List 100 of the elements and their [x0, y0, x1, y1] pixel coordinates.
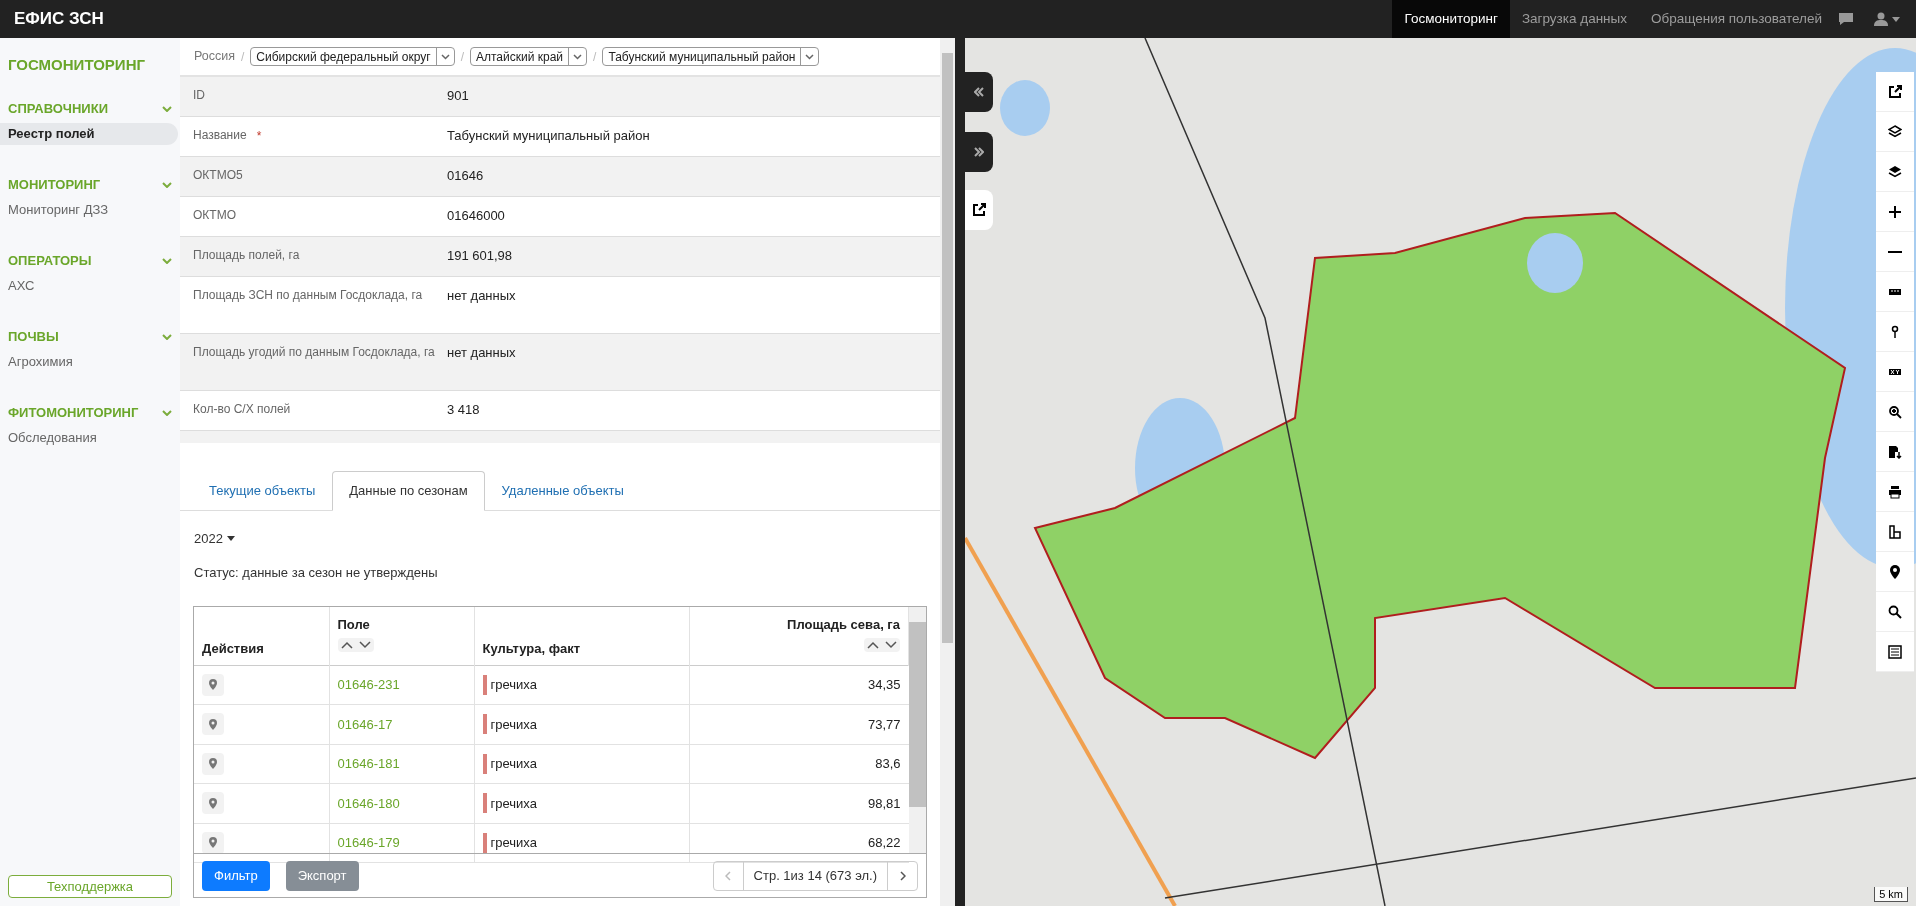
field-link[interactable]: 01646-181: [337, 756, 400, 771]
locate-on-map-button[interactable]: [202, 713, 224, 736]
field-label: Площадь угодий по данным Госдоклада, га: [193, 344, 435, 361]
tab[interactable]: Текущие объекты: [192, 471, 333, 511]
sidebar-item[interactable]: Обследования: [0, 426, 178, 449]
filter-button[interactable]: Фильтр: [202, 860, 270, 891]
save-download-icon: [1888, 444, 1902, 459]
map-tool-button[interactable]: [1876, 112, 1914, 152]
sidebar-item[interactable]: Реестр полей: [0, 122, 178, 145]
locate-on-map-button[interactable]: [202, 752, 224, 775]
season-dropdown[interactable]: 2022: [194, 529, 235, 549]
map-tool-button[interactable]: [1876, 432, 1914, 472]
field-value: нет данных: [447, 344, 516, 362]
map-tool-button[interactable]: [1876, 352, 1914, 392]
zoom-out-icon: [1888, 250, 1902, 253]
column-header[interactable]: Культура, факт: [482, 639, 681, 659]
external-link-icon: [1888, 84, 1902, 99]
field-link[interactable]: 01646-179: [337, 835, 400, 850]
expand-right-button[interactable]: [965, 132, 993, 172]
table-cell-text: гречиха: [490, 834, 537, 852]
sort-controls[interactable]: [337, 637, 374, 652]
tab[interactable]: Удаленные объекты: [484, 471, 641, 511]
chevron-right-icon: [899, 870, 906, 881]
page-indicator: Стр. 1из 14 (673 эл.): [752, 866, 878, 885]
chevron-down-icon: [162, 105, 172, 112]
printer-icon: [1888, 484, 1902, 499]
table-cell: 68,22: [867, 835, 901, 850]
caret-icon: [226, 536, 235, 542]
table-cell-text: гречиха: [490, 676, 537, 694]
breadcrumb-link[interactable]: Россия: [194, 47, 235, 66]
map-tool-button[interactable]: [1876, 632, 1914, 672]
map-tool-button[interactable]: [1876, 72, 1914, 112]
locate-on-map-button[interactable]: [202, 673, 224, 696]
field-value: Табунский муниципальный район: [447, 127, 650, 145]
field-value: 191 601,98: [447, 247, 513, 265]
chevron-down-icon: [162, 409, 172, 416]
chevron-down-icon: [805, 53, 815, 60]
field-link[interactable]: 01646-180: [337, 795, 400, 811]
sidebar-item[interactable]: Мониторинг ДЗЗ: [0, 198, 178, 221]
column-header[interactable]: Площадь сева, га: [697, 615, 900, 635]
table-cell-text: гречиха: [490, 715, 537, 734]
required-mark: *: [256, 128, 262, 145]
field-label: Площадь полей, га: [193, 247, 300, 264]
building-icon: [1888, 524, 1902, 539]
double-chevron-right-icon: [974, 147, 984, 157]
support-button[interactable]: Техподдержка: [8, 875, 172, 898]
map-tool-button[interactable]: [1876, 312, 1914, 352]
column-header[interactable]: Действия: [202, 639, 321, 659]
open-external-button[interactable]: [965, 190, 993, 230]
user-icon: [1874, 12, 1888, 26]
region-select[interactable]: Сибирский федеральный округ: [250, 47, 455, 66]
map-scale: 5 km: [1874, 887, 1908, 902]
field-link[interactable]: 01646-231: [337, 677, 400, 692]
map-tool-button[interactable]: [1876, 552, 1914, 592]
export-button[interactable]: Экспорт: [285, 860, 359, 891]
map-tool-button[interactable]: [1876, 192, 1914, 232]
field-label: ОКТМО: [193, 207, 236, 224]
nav-tab[interactable]: Госмониторинг: [1392, 0, 1510, 38]
nav-tab[interactable]: Обращения пользователей: [1639, 0, 1834, 38]
sort-ascending-icon: [867, 640, 879, 649]
map-pin-icon: [209, 679, 217, 691]
field-label: ID: [193, 87, 205, 104]
map-tool-button[interactable]: [1876, 512, 1914, 552]
map-tool-button[interactable]: [1876, 152, 1914, 192]
nav-tab[interactable]: Загрузка данных: [1509, 0, 1639, 38]
chat-icon: [1838, 12, 1854, 26]
locate-on-map-button[interactable]: [202, 792, 224, 815]
map-tool-button[interactable]: [1876, 592, 1914, 632]
field-link[interactable]: 01646-17: [337, 716, 393, 732]
table-cell: 73,77: [867, 716, 901, 732]
locate-on-map-button[interactable]: [202, 831, 224, 854]
breadcrumb-separator: /: [241, 48, 245, 66]
zoom-in-icon: [1888, 204, 1902, 219]
map-tool-button[interactable]: [1876, 392, 1914, 432]
layers-icon: [1888, 164, 1902, 179]
double-chevron-left-icon: [974, 87, 984, 97]
table-scrollbar[interactable]: [909, 607, 926, 853]
user-menu-button[interactable]: [1874, 12, 1900, 26]
page-scrollbar[interactable]: [940, 38, 955, 906]
breadcrumb-separator: /: [593, 48, 597, 66]
chevron-down-icon: [573, 53, 583, 60]
tab[interactable]: Данные по сезонам: [332, 471, 485, 511]
region-select[interactable]: Алтайский край: [470, 47, 588, 66]
map-tool-button[interactable]: [1876, 272, 1914, 312]
season-status: Статус: данные за сезон не утверждены: [194, 563, 439, 582]
chevron-down-icon: [162, 333, 172, 340]
column-header[interactable]: Поле: [337, 615, 466, 635]
field-label: Кол-во С/Х полей: [193, 401, 291, 418]
field-label: Название: [193, 127, 247, 144]
sort-controls[interactable]: [864, 637, 900, 652]
chevron-left-icon: [725, 870, 732, 881]
table-cell: 98,81: [867, 795, 901, 811]
map-tool-button[interactable]: [1876, 472, 1914, 512]
field-value: 901: [447, 87, 469, 105]
region-select[interactable]: Табунский муниципальный район: [602, 47, 820, 66]
list-icon: [1888, 644, 1902, 659]
sidebar-item[interactable]: АХС: [0, 274, 178, 297]
collapse-left-button[interactable]: [965, 72, 993, 112]
sidebar-item[interactable]: Агрохимия: [0, 350, 178, 373]
sort-ascending-icon: [340, 640, 353, 649]
